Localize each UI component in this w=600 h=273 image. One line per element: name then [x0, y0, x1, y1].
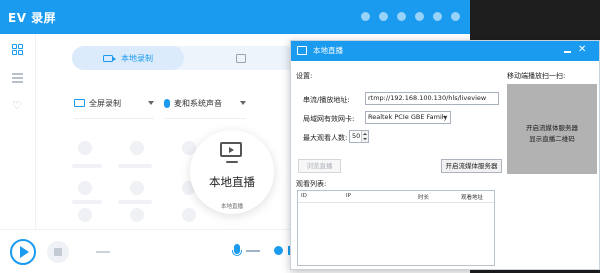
qr-code-placeholder: 开启流媒体服务器 显示直播二维码: [507, 84, 597, 174]
tv-play-icon: [220, 142, 242, 157]
tv-stand: [226, 161, 238, 163]
push-url-label: 串流/播放地址:: [303, 96, 350, 104]
viewer-list-label: 观看列表:: [296, 180, 327, 188]
viewer-list[interactable]: ID IP 时长 观看地址: [297, 190, 495, 266]
window-control-button[interactable]: [397, 12, 406, 21]
local-live-caption: 本地直播: [220, 204, 243, 210]
dialog-title: 本地直播: [313, 46, 343, 55]
app-title: EV 录屏: [8, 11, 57, 25]
stop-button[interactable]: [47, 241, 69, 263]
calendar-icon: [236, 53, 246, 63]
placeholder-bar: [72, 200, 102, 204]
audio-source-value: 麦和系统声音: [174, 98, 222, 108]
grid-icon[interactable]: [12, 44, 24, 56]
list-icon[interactable]: [12, 72, 24, 84]
chevron-down-icon: [443, 116, 447, 119]
close-icon[interactable]: ✕: [578, 44, 586, 56]
spinner-arrows-icon[interactable]: [361, 131, 368, 142]
settings-label: 设置:: [296, 72, 313, 80]
screen-mode-value: 全屏录制: [89, 98, 121, 108]
microphone-icon: [164, 98, 170, 108]
camera-icon: [103, 54, 116, 62]
start-media-server-button[interactable]: 开启流媒体服务器: [441, 159, 502, 173]
window-control-button[interactable]: [451, 12, 460, 21]
qr-label: 移动端播放扫一扫:: [507, 72, 566, 80]
live-icon: [297, 46, 307, 55]
dialog-title-bar: 本地直播 ✕: [291, 41, 599, 61]
volume-track[interactable]: [246, 250, 260, 252]
microphone-icon[interactable]: [232, 244, 242, 256]
column-header[interactable]: ID: [301, 193, 307, 199]
nic-label: 局域网有效网卡:: [303, 115, 355, 123]
max-viewers-spinbox[interactable]: 50: [349, 130, 369, 143]
window-control-button[interactable]: [361, 12, 370, 21]
window-control-button[interactable]: [433, 12, 442, 21]
local-live-button[interactable]: 本地直播 本地直播: [190, 130, 274, 214]
tab-local-record[interactable]: 本地录制: [72, 46, 184, 70]
placeholder-bar: [72, 164, 102, 168]
local-live-dialog: 本地直播 ✕ 设置: 移动端播放扫一扫: 串流/播放地址: rtmp://192…: [290, 40, 600, 270]
placeholder-bar: [118, 200, 152, 204]
chevron-down-icon: [148, 101, 154, 105]
tab-label: 本地录制: [121, 53, 153, 63]
minimize-icon[interactable]: [564, 51, 571, 53]
sidebar: ♡: [0, 34, 36, 229]
viewer-list-header: ID IP 时长 观看地址: [298, 191, 494, 203]
column-header[interactable]: IP: [346, 193, 351, 199]
audio-source-select[interactable]: 麦和系统声音: [164, 94, 246, 112]
divider: [164, 118, 246, 119]
max-viewers-label: 最大观看人数:: [303, 134, 348, 142]
title-bar: EV 录屏: [0, 0, 470, 34]
window-control-button[interactable]: [379, 12, 388, 21]
nic-select[interactable]: Realtek PCIe GBE Family C: [365, 111, 451, 124]
title-bar-controls: [361, 12, 460, 21]
local-live-label: 本地直播: [209, 175, 255, 189]
screen: EV 录屏 ♡ 本地录制 全屏录制 麦和系统声音 本地直播 本地直播 本地直播 …: [0, 0, 600, 273]
window-control-button[interactable]: [415, 12, 424, 21]
monitor-icon: [74, 99, 85, 107]
play-button[interactable]: [10, 239, 36, 265]
heart-icon[interactable]: ♡: [12, 100, 24, 112]
nic-value: Realtek PCIe GBE Family C: [368, 113, 451, 121]
qr-hint-line1: 开启流媒体服务器: [526, 124, 578, 132]
timer-placeholder: [96, 251, 110, 253]
divider: [74, 118, 154, 119]
column-header[interactable]: 时长: [418, 193, 429, 201]
tab-schedule[interactable]: [184, 46, 298, 70]
column-header[interactable]: 观看地址: [461, 193, 483, 201]
push-url-field[interactable]: rtmp://192.168.100.130/hls/liveview: [365, 92, 499, 105]
placeholder-bar: [118, 164, 152, 168]
max-viewers-value: 50: [352, 132, 361, 140]
screen-mode-select[interactable]: 全屏录制: [74, 94, 154, 112]
chevron-down-icon: [240, 101, 246, 105]
volume-handle[interactable]: [274, 246, 283, 255]
browse-live-button[interactable]: 浏览直播: [298, 159, 341, 173]
qr-hint-line2: 显示直播二维码: [529, 135, 575, 143]
